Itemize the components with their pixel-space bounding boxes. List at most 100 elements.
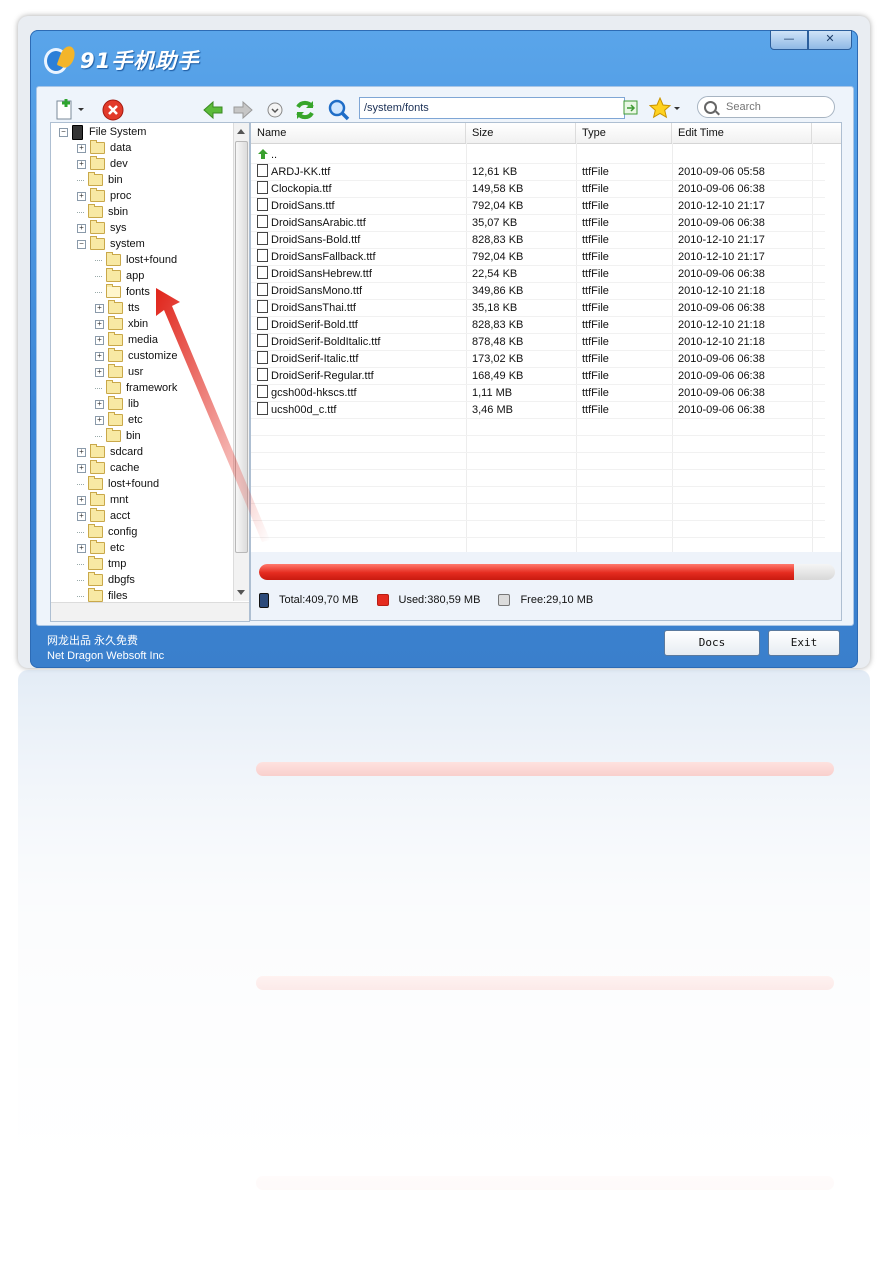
tree-item-sbin[interactable]: sbin xyxy=(77,204,128,220)
tree-item-tts[interactable]: + tts xyxy=(95,300,140,316)
tree-item-label: bin xyxy=(126,430,141,442)
column-edit-time[interactable]: Edit Time xyxy=(672,123,812,143)
folder-icon xyxy=(90,508,105,522)
delete-icon[interactable] xyxy=(101,98,124,121)
tree-item-sys[interactable]: + sys xyxy=(77,220,127,236)
tree-item-mnt[interactable]: + mnt xyxy=(77,492,128,508)
table-row[interactable]: DroidSansMono.ttf 349,86 KB ttfFile 2010-12… xyxy=(251,283,841,300)
cell-type: ttfFile xyxy=(582,166,609,178)
table-row[interactable]: DroidSansArabic.ttf 35,07 KB ttfFile 2010-0… xyxy=(251,215,841,232)
table-row[interactable]: DroidSansFallback.ttf 792,04 KB ttfFile 201… xyxy=(251,249,841,266)
expand-toggle-icon[interactable]: + xyxy=(95,351,104,361)
expand-toggle-icon[interactable]: + xyxy=(77,159,86,169)
new-file-icon[interactable] xyxy=(55,98,84,120)
tree-line xyxy=(95,291,102,293)
search-icon[interactable] xyxy=(327,98,350,121)
column-size[interactable]: Size xyxy=(466,123,576,143)
search-input[interactable] xyxy=(724,98,828,116)
tree-item-cache[interactable]: + cache xyxy=(77,460,139,476)
expand-toggle-icon[interactable]: + xyxy=(77,511,86,521)
expand-toggle-icon[interactable]: + xyxy=(95,367,104,377)
expand-toggle-icon[interactable]: − xyxy=(77,239,86,249)
close-button[interactable]: ✕ xyxy=(808,30,852,50)
tree-item-label: data xyxy=(110,142,132,154)
tree-item-app[interactable]: app xyxy=(95,268,144,284)
expand-toggle-icon[interactable]: + xyxy=(77,463,86,473)
cell-size: 792,04 KB xyxy=(472,200,524,212)
expand-toggle-icon[interactable]: + xyxy=(77,191,86,201)
tree-item-file-system[interactable]: − File System xyxy=(59,124,146,140)
table-row[interactable]: ARDJ-KK.ttf 12,61 KB ttfFile 2010-09-06 05:… xyxy=(251,164,841,181)
tree-item-system[interactable]: − system xyxy=(77,236,145,252)
expand-toggle-icon[interactable]: + xyxy=(77,495,86,505)
folder-icon xyxy=(108,332,123,346)
tree-item-data[interactable]: + data xyxy=(77,140,131,156)
table-row[interactable]: DroidSerif-Bold.ttf 828,83 KB ttfFile 2010-… xyxy=(251,317,841,334)
cell-size: 168,49 KB xyxy=(472,370,524,382)
expand-toggle-icon[interactable]: + xyxy=(95,399,104,409)
table-row[interactable]: gcsh00d-hkscs.ttf 1,11 MB ttfFile 2010-09-0… xyxy=(251,385,841,402)
tree-item-files[interactable]: files xyxy=(77,588,128,604)
reflection-fade xyxy=(18,670,870,1280)
go-icon[interactable] xyxy=(623,100,639,116)
tree-item-sdcard[interactable]: + sdcard xyxy=(77,444,143,460)
tree-item-etc[interactable]: + etc xyxy=(95,412,143,428)
expand-toggle-icon[interactable]: + xyxy=(77,223,86,233)
tree-item-fonts[interactable]: fonts xyxy=(95,284,150,300)
table-row[interactable]: DroidSans.ttf 792,04 KB ttfFile 2010-12-10 … xyxy=(251,198,841,215)
tree-item-lost-found[interactable]: lost+found xyxy=(77,476,159,492)
table-row[interactable]: DroidSansThai.ttf 35,18 KB ttfFile 2010-09-… xyxy=(251,300,841,317)
tree-item-media[interactable]: + media xyxy=(95,332,158,348)
path-input[interactable] xyxy=(359,97,625,119)
tree-item-lib[interactable]: + lib xyxy=(95,396,139,412)
search-box[interactable] xyxy=(697,96,835,118)
forward-arrow-icon[interactable] xyxy=(231,98,253,120)
tree-item-etc[interactable]: + etc xyxy=(77,540,125,556)
tree-item-xbin[interactable]: + xbin xyxy=(95,316,148,332)
scroll-up-icon[interactable] xyxy=(237,129,245,134)
history-dropdown-icon[interactable] xyxy=(263,98,285,120)
column-name[interactable]: Name xyxy=(251,123,466,143)
file-icon xyxy=(257,164,268,177)
cell-size: 22,54 KB xyxy=(472,268,518,280)
table-row[interactable]: ucsh00d_c.ttf 3,46 MB ttfFile 2010-09-06 06… xyxy=(251,402,841,419)
expand-toggle-icon[interactable]: + xyxy=(77,447,86,457)
expand-toggle-icon[interactable]: + xyxy=(77,543,86,553)
back-arrow-icon[interactable] xyxy=(201,98,223,120)
scroll-down-icon[interactable] xyxy=(237,590,245,595)
tree-item-usr[interactable]: + usr xyxy=(95,364,143,380)
exit-button[interactable]: Exit xyxy=(768,630,840,656)
expand-toggle-icon[interactable]: + xyxy=(95,319,104,329)
file-icon xyxy=(257,232,268,245)
tree-item-dev[interactable]: + dev xyxy=(77,156,128,172)
expand-toggle-icon[interactable]: + xyxy=(77,143,86,153)
expand-toggle-icon[interactable]: + xyxy=(95,415,104,425)
table-row[interactable]: DroidSerif-Regular.ttf 168,49 KB ttfFile 20… xyxy=(251,368,841,385)
cell-size: 349,86 KB xyxy=(472,285,524,297)
favorites-star-icon[interactable] xyxy=(648,96,680,119)
expand-toggle-icon[interactable]: − xyxy=(59,127,68,137)
up-folder-icon xyxy=(257,148,268,159)
minimize-button[interactable]: — xyxy=(770,30,808,50)
tree-item-dbgfs[interactable]: dbgfs xyxy=(77,572,135,588)
tree-item-tmp[interactable]: tmp xyxy=(77,556,126,572)
parent-folder-row[interactable]: .. xyxy=(251,147,841,164)
expand-toggle-icon[interactable]: + xyxy=(95,303,104,313)
table-row[interactable]: DroidSerif-BoldItalic.ttf 878,48 KB ttfFil… xyxy=(251,334,841,351)
tree-item-bin[interactable]: bin xyxy=(95,428,141,444)
tree-item-bin[interactable]: bin xyxy=(77,172,123,188)
table-row[interactable]: DroidSans-Bold.ttf 828,83 KB ttfFile 2010-1… xyxy=(251,232,841,249)
tree-item-proc[interactable]: + proc xyxy=(77,188,131,204)
table-row[interactable]: DroidSerif-Italic.ttf 173,02 KB ttfFile 201… xyxy=(251,351,841,368)
grid-row-line xyxy=(251,452,825,453)
table-row[interactable]: DroidSansHebrew.ttf 22,54 KB ttfFile 2010-0… xyxy=(251,266,841,283)
tree-item-acct[interactable]: + acct xyxy=(77,508,130,524)
column-type[interactable]: Type xyxy=(576,123,672,143)
tree-item-config[interactable]: config xyxy=(77,524,137,540)
tree-item-lost-found[interactable]: lost+found xyxy=(95,252,177,268)
tree-hscrollbar[interactable] xyxy=(51,602,249,621)
table-row[interactable]: Clockopia.ttf 149,58 KB ttfFile 2010-09-06 … xyxy=(251,181,841,198)
expand-toggle-icon[interactable]: + xyxy=(95,335,104,345)
refresh-icon[interactable] xyxy=(293,98,315,120)
docs-button[interactable]: Docs xyxy=(664,630,760,656)
